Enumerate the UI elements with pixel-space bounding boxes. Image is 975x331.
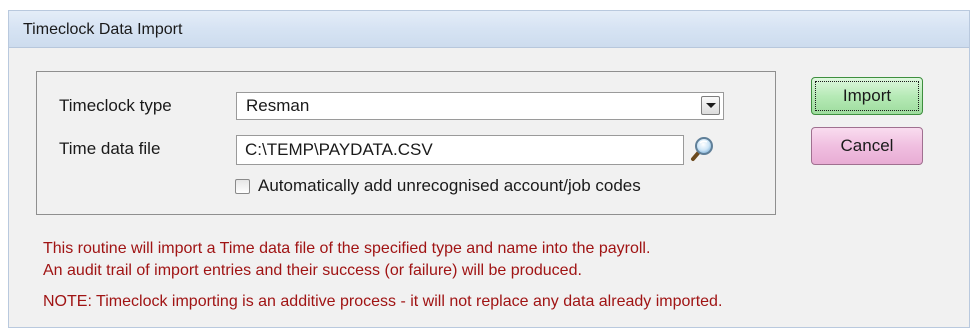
dropdown-button[interactable] [701, 96, 720, 115]
timeclock-type-value: Resman [246, 96, 310, 115]
import-button[interactable]: Import [811, 77, 923, 115]
title-bar: Timeclock Data Import [9, 11, 969, 48]
timeclock-type-label: Timeclock type [59, 96, 172, 115]
timeclock-import-dialog: Timeclock Data Import Timeclock type Res… [8, 10, 970, 328]
auto-add-checkbox[interactable] [235, 179, 250, 194]
time-data-file-label: Time data file [59, 139, 161, 158]
magnifier-icon[interactable] [686, 135, 718, 165]
cancel-button[interactable]: Cancel [811, 127, 923, 165]
info-message-line-1: This routine will import a Time data fil… [43, 240, 651, 257]
window-title: Timeclock Data Import [23, 21, 183, 38]
info-message-line-2: An audit trail of import entries and the… [43, 262, 582, 279]
note-message: NOTE: Timeclock importing is an additive… [43, 293, 723, 310]
time-data-file-input[interactable]: C:\TEMP\PAYDATA.CSV [236, 135, 684, 165]
chevron-down-icon [706, 103, 716, 108]
auto-add-label[interactable]: Automatically add unrecognised account/j… [258, 176, 641, 196]
timeclock-type-select[interactable]: Resman [236, 92, 724, 120]
time-data-file-value: C:\TEMP\PAYDATA.CSV [245, 140, 433, 159]
